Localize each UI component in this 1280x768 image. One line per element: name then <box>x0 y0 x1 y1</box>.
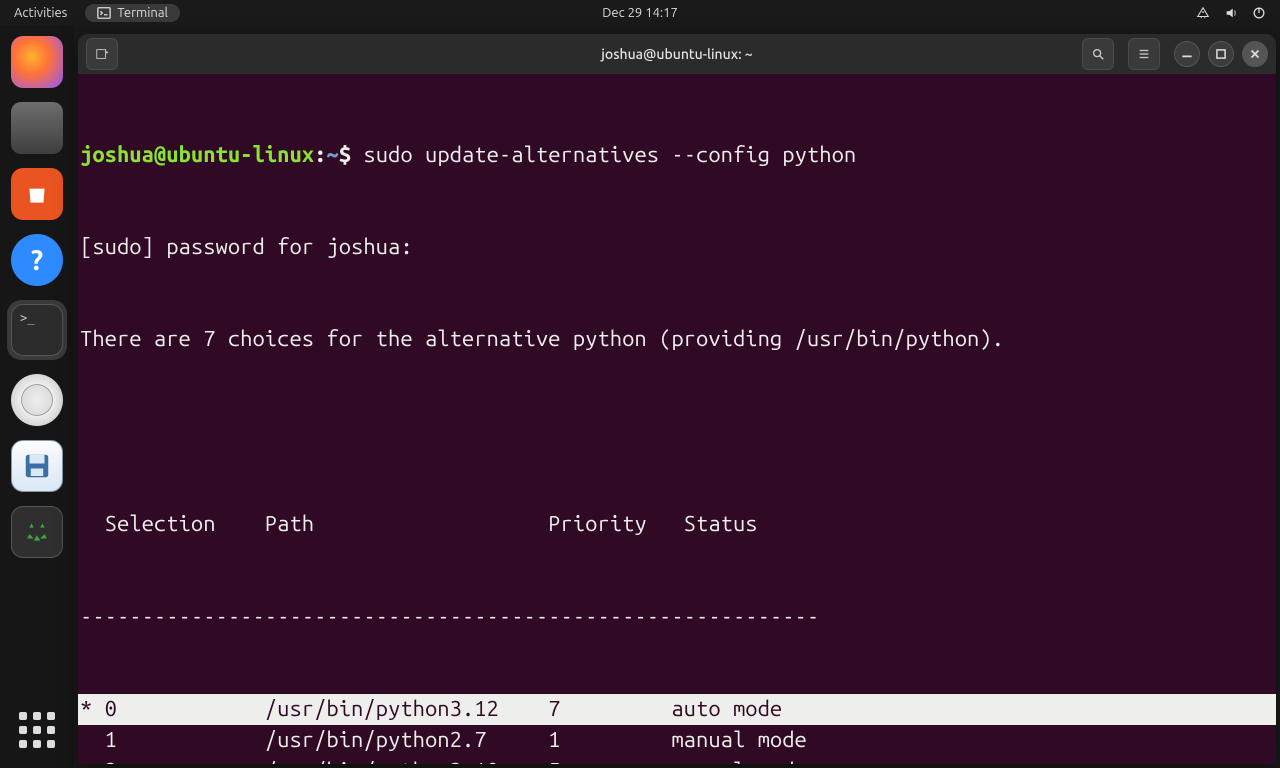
dock-firefox[interactable] <box>11 36 63 88</box>
activities-button[interactable]: Activities <box>14 6 67 20</box>
prompt-separator: : <box>314 142 326 167</box>
terminal-window: joshua@ubuntu-linux: ~ j <box>78 34 1276 764</box>
sudo-password-line: [sudo] password for joshua: <box>78 232 1276 263</box>
window-titlebar: joshua@ubuntu-linux: ~ <box>78 34 1276 74</box>
dock-trash[interactable] <box>11 506 63 558</box>
recycle-icon <box>24 519 50 545</box>
table-divider: ----------------------------------------… <box>78 602 1276 633</box>
terminal-icon <box>97 6 111 20</box>
dock-disc[interactable] <box>11 374 63 426</box>
dock-help[interactable]: ? <box>11 234 63 286</box>
volume-icon[interactable] <box>1224 6 1238 20</box>
alternatives-row: 1 /usr/bin/python2.7 1 manual mode <box>78 725 1276 756</box>
minimize-button[interactable] <box>1174 41 1200 67</box>
gnome-top-bar: Activities Terminal Dec 29 14:17 <box>0 0 1280 26</box>
new-tab-button[interactable] <box>86 38 118 70</box>
table-header: Selection Path Priority Status <box>78 509 1276 540</box>
shopping-bag-icon <box>24 181 50 207</box>
terminal-icon <box>11 304 63 356</box>
save-icon <box>22 451 52 481</box>
close-icon <box>1248 47 1262 61</box>
app-menu-button[interactable]: Terminal <box>85 4 180 22</box>
power-icon[interactable] <box>1252 6 1266 20</box>
dock-files[interactable] <box>11 102 63 154</box>
alternatives-row: * 0 /usr/bin/python3.12 7 auto mode <box>78 694 1276 725</box>
maximize-button[interactable] <box>1208 41 1234 67</box>
close-button[interactable] <box>1242 41 1268 67</box>
minimize-icon <box>1180 47 1194 61</box>
search-icon <box>1091 47 1105 61</box>
command-text: sudo update-alternatives --config python <box>363 142 856 167</box>
terminal-viewport[interactable]: joshua@ubuntu-linux:~$ sudo update-alter… <box>78 74 1276 764</box>
app-menu-label: Terminal <box>117 6 168 20</box>
ubuntu-dock: ? <box>0 26 74 768</box>
hamburger-menu-button[interactable] <box>1128 38 1160 70</box>
hamburger-icon <box>1137 47 1151 61</box>
prompt-path: ~ <box>326 142 338 167</box>
dock-terminal-active[interactable] <box>7 300 67 360</box>
maximize-icon <box>1214 47 1228 61</box>
prompt-dollar: $ <box>339 142 351 167</box>
dock-software[interactable] <box>11 168 63 220</box>
dock-text-editor[interactable] <box>11 440 63 492</box>
alternatives-row: 2 /usr/bin/python3.10 5 manual mode <box>78 756 1276 764</box>
prompt-user: joshua@ubuntu-linux <box>80 142 314 167</box>
clock[interactable]: Dec 29 14:17 <box>602 6 678 20</box>
window-title: joshua@ubuntu-linux: ~ <box>601 46 752 62</box>
intro-line: There are 7 choices for the alternative … <box>78 324 1276 355</box>
search-button[interactable] <box>1082 38 1114 70</box>
show-applications-button[interactable] <box>19 712 55 748</box>
network-icon[interactable] <box>1196 6 1210 20</box>
new-tab-icon <box>95 47 109 61</box>
